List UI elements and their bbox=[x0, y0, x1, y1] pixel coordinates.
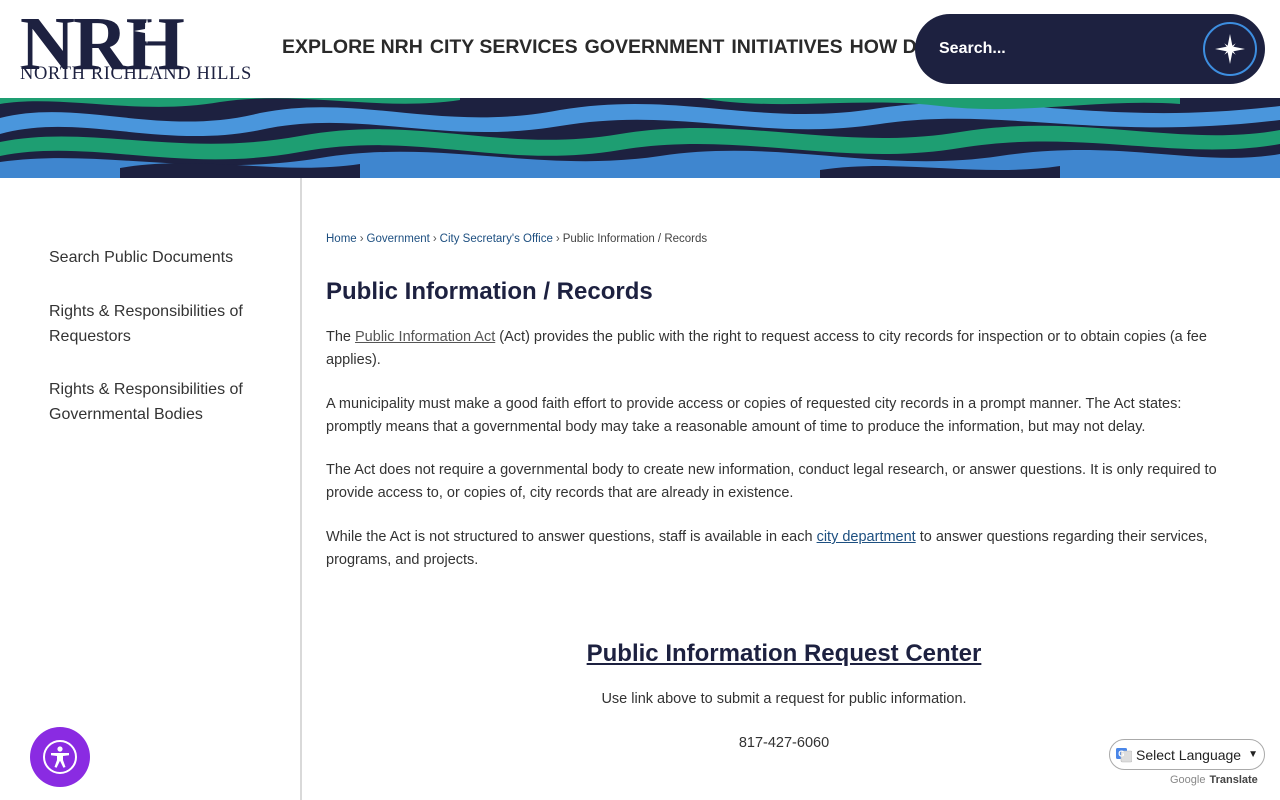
p4-text-pre: While the Act is not structured to answe… bbox=[326, 529, 817, 545]
translate-widget: G Select Language ▼ Google Translate bbox=[1109, 739, 1265, 786]
nrh-logo[interactable]: NRH NORTH RICHLAND HILLS bbox=[20, 6, 260, 86]
paragraph-good-faith: A municipality must make a good faith ef… bbox=[326, 396, 1182, 435]
p1-text-pre: The bbox=[326, 329, 356, 345]
accessibility-icon bbox=[43, 740, 77, 774]
breadcrumb-home[interactable]: Home bbox=[326, 233, 357, 245]
paragraph-no-new-information: The Act does not require a governmental … bbox=[326, 462, 1217, 501]
breadcrumb-city-secretary[interactable]: City Secretary's Office bbox=[440, 233, 553, 245]
accessibility-button[interactable] bbox=[30, 727, 90, 787]
google-translate-icon: G bbox=[1116, 747, 1132, 762]
breadcrumb-current: Public Information / Records bbox=[562, 233, 708, 245]
nav-city-services[interactable]: CITY SERVICES bbox=[430, 36, 578, 59]
search-bar bbox=[915, 14, 1265, 84]
breadcrumb-government[interactable]: Government bbox=[367, 233, 430, 245]
site-header: NRH NORTH RICHLAND HILLS EXPLORE NRH CIT… bbox=[0, 0, 1280, 98]
page-title: Public Information / Records bbox=[326, 278, 653, 305]
breadcrumb-separator: › bbox=[555, 233, 560, 245]
logo-subtitle: NORTH RICHLAND HILLS bbox=[20, 64, 252, 84]
public-information-act-link[interactable]: Public Information Act bbox=[355, 329, 495, 345]
language-select[interactable]: G Select Language ▼ bbox=[1109, 739, 1265, 770]
star-search-icon bbox=[1215, 34, 1245, 64]
wave-banner bbox=[0, 98, 1280, 178]
request-center-block: Public Information Request Center bbox=[326, 640, 1242, 668]
chevron-down-icon: ▼ bbox=[1248, 749, 1258, 760]
sidebar-item-rights-governmental-bodies[interactable]: Rights & Responsibilities of Governmenta… bbox=[49, 377, 269, 427]
wave-pattern bbox=[0, 98, 1280, 178]
paragraph-city-department: While the Act is not structured to answe… bbox=[326, 526, 1236, 572]
search-button[interactable] bbox=[1203, 22, 1257, 76]
translate-label[interactable]: Translate bbox=[1209, 774, 1257, 786]
sidebar: Search Public Documents Rights & Respons… bbox=[0, 178, 302, 800]
phone-number: 817-427-6060 bbox=[738, 735, 830, 751]
nav-government[interactable]: GOVERNMENT bbox=[585, 36, 725, 59]
main-nav: EXPLORE NRH CITY SERVICES GOVERNMENT INI… bbox=[282, 36, 950, 59]
search-input[interactable] bbox=[939, 36, 1189, 62]
google-label: Google bbox=[1170, 774, 1206, 786]
request-center-note: Use link above to submit a request for p… bbox=[601, 691, 967, 707]
nav-initiatives[interactable]: INITIATIVES bbox=[731, 36, 842, 59]
logo-star-icon bbox=[134, 18, 160, 44]
breadcrumb: Home › Government › City Secretary's Office ›… bbox=[326, 233, 707, 245]
paragraph-public-information-act: The Public Information Act (Act) provide… bbox=[326, 326, 1236, 372]
language-select-label: Select Language bbox=[1136, 746, 1242, 763]
sidebar-item-search-public-documents[interactable]: Search Public Documents bbox=[49, 245, 269, 270]
sidebar-item-rights-requestors[interactable]: Rights & Responsibilities of Requestors bbox=[49, 299, 269, 349]
public-information-request-center-link[interactable]: Public Information Request Center bbox=[587, 640, 982, 667]
city-department-link[interactable]: city department bbox=[817, 529, 916, 545]
breadcrumb-separator: › bbox=[432, 233, 437, 245]
nav-explore-nrh[interactable]: EXPLORE NRH bbox=[282, 36, 423, 59]
svg-text:G: G bbox=[1118, 749, 1124, 758]
breadcrumb-separator: › bbox=[359, 233, 364, 245]
powered-by-google: Google Translate bbox=[1170, 774, 1258, 786]
